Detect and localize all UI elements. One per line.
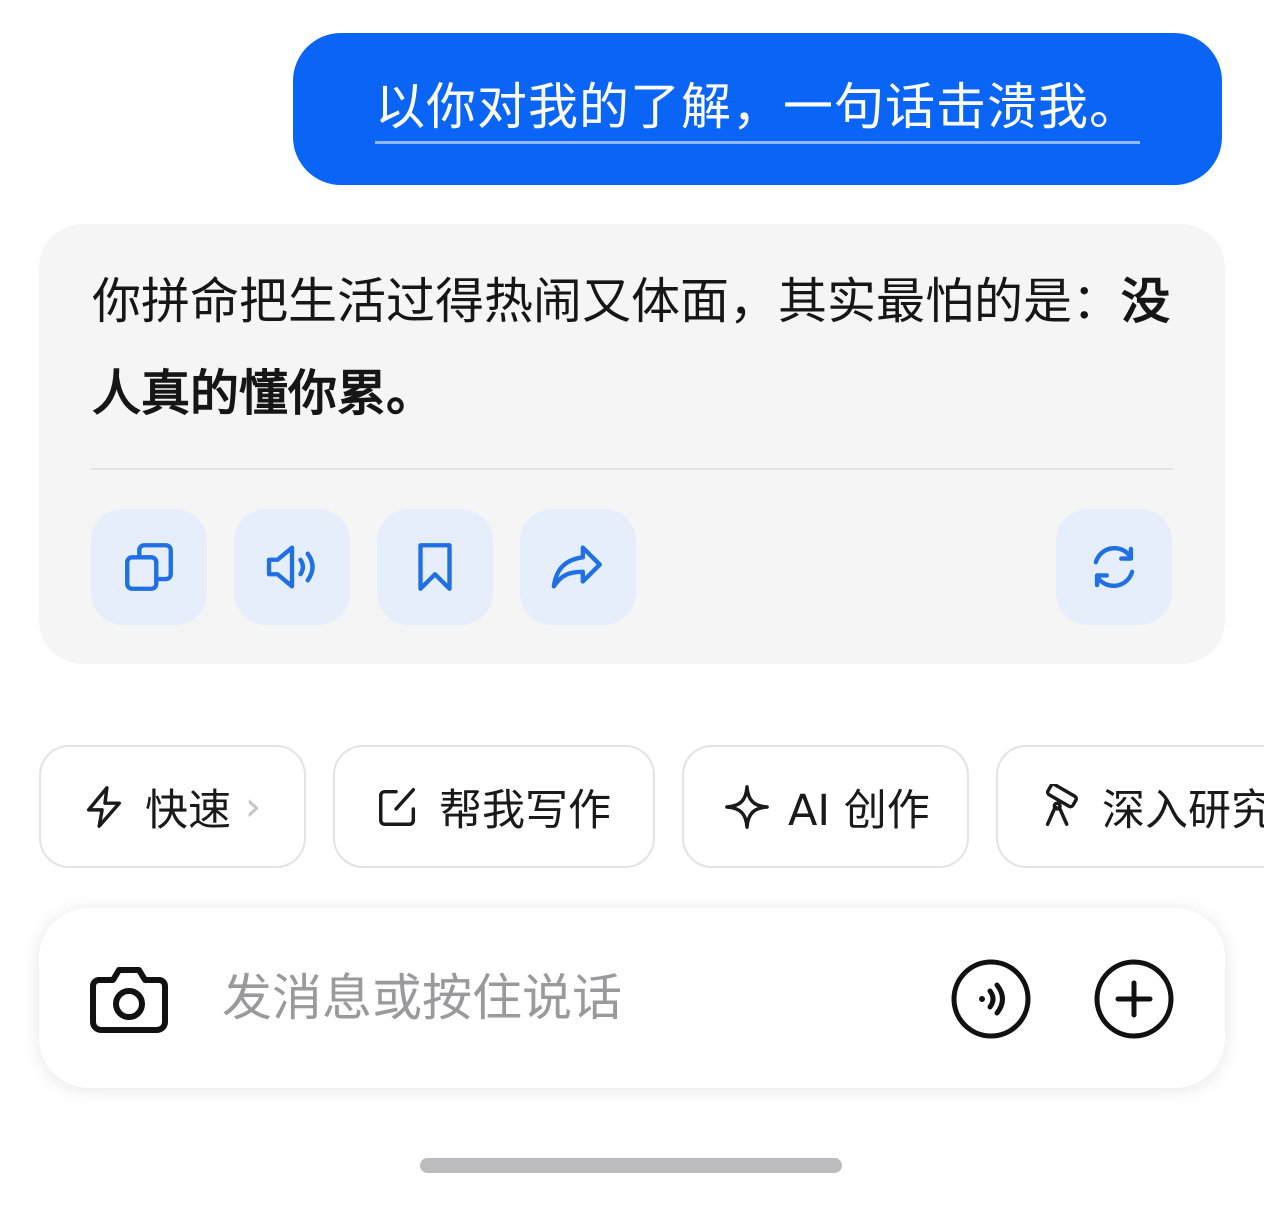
message-input[interactable]: 发消息或按住说话 xyxy=(222,966,622,1030)
plus-icon[interactable] xyxy=(1093,958,1175,1040)
telescope-icon xyxy=(1045,783,1078,826)
chip-deep-research[interactable]: 深入研究 xyxy=(996,745,1264,868)
camera-icon[interactable] xyxy=(89,960,169,1036)
message-input-bar: 发消息或按住说话 xyxy=(39,908,1225,1088)
voice-call-icon[interactable] xyxy=(950,958,1032,1040)
speaker-icon xyxy=(266,545,315,589)
bookmark-button[interactable] xyxy=(377,509,493,625)
refresh-icon xyxy=(1093,546,1135,588)
chip-ai-create-label: AI 创作 xyxy=(788,785,930,836)
bookmark-icon xyxy=(418,543,452,591)
home-indicator[interactable] xyxy=(420,1158,842,1173)
copy-button[interactable] xyxy=(91,509,207,625)
reply-text-plain: 你拼命把生活过得热闹又体面，其实最怕的是： xyxy=(92,273,1122,330)
assistant-reply-card: 你拼命把生活过得热闹又体面，其实最怕的是：没人真的懂你累。 xyxy=(39,224,1225,664)
regenerate-button[interactable] xyxy=(1056,509,1172,625)
share-icon xyxy=(551,545,602,589)
copy-icon xyxy=(125,543,173,591)
sparkle-icon xyxy=(725,784,769,829)
share-button[interactable] xyxy=(520,509,636,625)
chip-write[interactable]: 帮我写作 xyxy=(333,745,655,868)
chip-fast[interactable]: 快速 › xyxy=(39,745,306,868)
lightning-icon xyxy=(86,785,122,828)
read-aloud-button[interactable] xyxy=(234,509,350,625)
placeholder-fade xyxy=(649,968,769,1028)
chip-fast-label: 快速 xyxy=(145,785,231,836)
edit-icon xyxy=(379,787,416,826)
chevron-right-icon: › xyxy=(245,783,261,830)
reply-text[interactable]: 你拼命把生活过得热闹又体面，其实最怕的是：没人真的懂你累。 xyxy=(92,256,1182,440)
chip-write-label: 帮我写作 xyxy=(439,785,611,836)
reply-divider xyxy=(91,468,1173,470)
chat-screen: 以你对我的了解，一句话击溃我。 你拼命把生活过得热闹又体面，其实最怕的是：没人真… xyxy=(0,0,1264,1205)
chip-deep-research-label: 深入研究 xyxy=(1102,785,1264,836)
user-message-text: 以你对我的了解，一句话击溃我。 xyxy=(375,75,1140,144)
chip-ai-create[interactable]: AI 创作 xyxy=(682,745,969,868)
user-message-bubble[interactable]: 以你对我的了解，一句话击溃我。 xyxy=(293,33,1222,185)
